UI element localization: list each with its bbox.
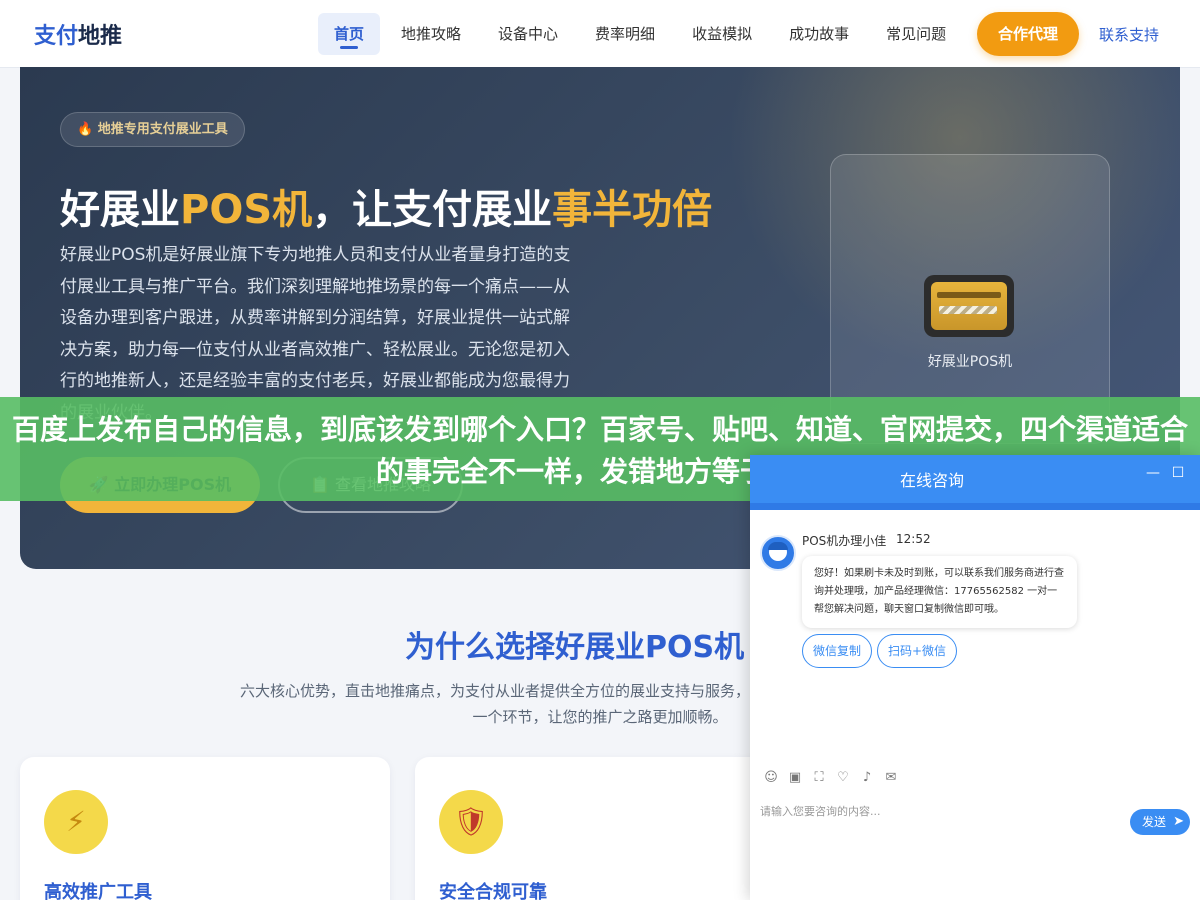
partner-agent-button[interactable]: 合作代理: [977, 12, 1079, 56]
nav-item-guide[interactable]: 地推攻略: [385, 13, 477, 55]
feature-card-efficient: ⚡ 高效推广工具: [20, 757, 390, 900]
nav-item-home[interactable]: 首页: [318, 13, 381, 55]
wechat-icon[interactable]: ✉: [880, 768, 902, 788]
sound-icon[interactable]: ♪: [856, 768, 878, 788]
chat-title: 在线咨询: [900, 471, 965, 490]
image-icon[interactable]: ▣: [784, 768, 806, 788]
top-navbar: 支付地推 首页 地推攻略 设备中心 费率明细 收益模拟 成功故事 常见问题 合作…: [0, 0, 1200, 68]
nav-item-rates[interactable]: 费率明细: [579, 13, 671, 55]
emoji-icon[interactable]: ☺: [760, 768, 782, 788]
chat-header: 在线咨询 — ☐: [750, 455, 1200, 510]
send-button[interactable]: 发送 ➤: [1130, 809, 1190, 835]
lightning-icon: ⚡: [44, 790, 108, 854]
screenshot-icon[interactable]: ⛶: [808, 768, 830, 788]
chat-toolbar: ☺ ▣ ⛶ ♡ ♪ ✉: [760, 768, 1190, 788]
agent-avatar: [760, 535, 796, 571]
why-section-title: 为什么选择好展业POS机: [405, 630, 745, 665]
message-sender: POS机办理小佳: [802, 534, 887, 548]
site-logo[interactable]: 支付地推: [34, 18, 122, 50]
feature-card-security: 🛡 安全合规可靠: [415, 757, 785, 900]
quick-reply-copy-wechat[interactable]: 微信复制: [802, 634, 872, 668]
message-time: 12:52: [896, 532, 931, 546]
chat-header-strip: [750, 503, 1200, 510]
nav-item-devices[interactable]: 设备中心: [482, 13, 574, 55]
hero-title-part-d: 事半功倍: [552, 187, 713, 233]
product-card-label: 好展业POS机: [927, 354, 1013, 370]
nav-item-income-sim[interactable]: 收益模拟: [676, 13, 768, 55]
maximize-icon[interactable]: ☐: [1168, 463, 1188, 483]
nav-menu: 首页 地推攻略 设备中心 费率明细 收益模拟 成功故事 常见问题: [318, 13, 967, 55]
quick-reply-scan-wechat[interactable]: 扫码+微信: [877, 634, 957, 668]
rating-icon[interactable]: ♡: [832, 768, 854, 788]
logo-part2: 地推: [78, 24, 123, 49]
feature-title: 安全合规可靠: [439, 882, 547, 900]
credit-card-icon: [924, 275, 1014, 337]
hero-title-part-c: ，让支付展业: [312, 187, 553, 233]
hero-title-part-b: POS机: [180, 187, 313, 233]
shield-icon: 🛡: [439, 790, 503, 854]
message-bubble: 您好！如果刷卡未及时到账，可以联系我们服务商进行查询并处理哦，加产品经理微信：1…: [802, 556, 1077, 628]
minimize-icon[interactable]: —: [1143, 463, 1163, 483]
send-arrow-icon: ➤: [1173, 814, 1184, 829]
hero-title: 好展业POS机，让支付展业事半功倍: [60, 177, 712, 235]
nav-item-stories[interactable]: 成功故事: [773, 13, 865, 55]
hero-title-part-a: 好展业: [60, 187, 180, 233]
feature-title: 高效推广工具: [44, 882, 152, 900]
nav-item-faq[interactable]: 常见问题: [870, 13, 962, 55]
contact-support-link[interactable]: 联系支持: [1099, 24, 1159, 45]
hero-tag-badge: 🔥 地推专用支付展业工具: [60, 112, 245, 147]
send-label: 发送: [1142, 815, 1167, 829]
chat-widget: 在线咨询 — ☐ POS机办理小佳 12:52 您好！如果刷卡未及时到账，可以联…: [750, 455, 1200, 900]
logo-part1: 支付: [34, 24, 79, 49]
chat-message-input[interactable]: [760, 801, 1090, 821]
